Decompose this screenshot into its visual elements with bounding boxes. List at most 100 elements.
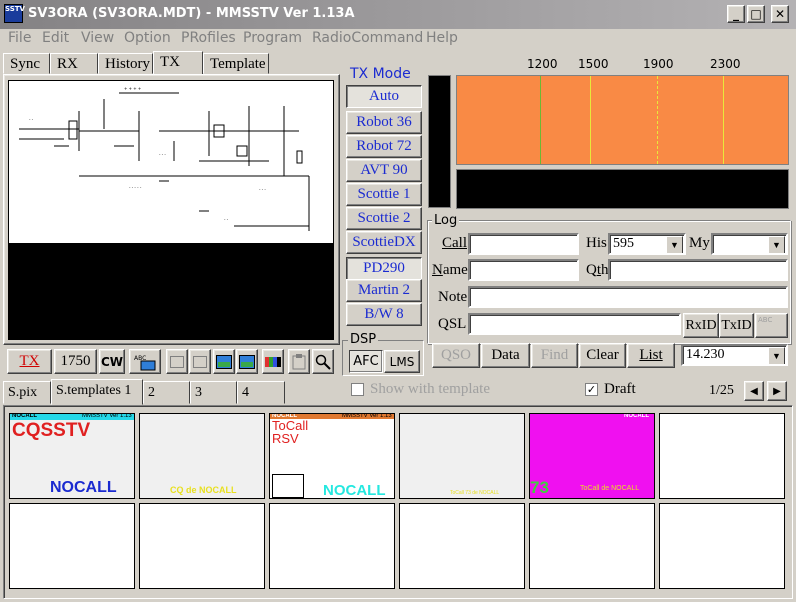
mode-scottie2-button[interactable]: Scottie 2: [346, 207, 422, 230]
template-thumb-11[interactable]: [529, 503, 655, 589]
template-thumb-4[interactable]: ToCall 73 de NOCALL: [399, 413, 525, 499]
frequency-dropdown-arrow-icon[interactable]: ▼: [768, 347, 785, 364]
tab-history[interactable]: History: [98, 53, 153, 74]
tab-tx[interactable]: TX: [153, 51, 203, 75]
tab-stemplates-1[interactable]: S.templates 1: [51, 379, 143, 405]
tone-1750-button[interactable]: 1750: [54, 349, 97, 374]
thumb-73-text: 73: [530, 478, 549, 497]
menu-option[interactable]: Option: [124, 30, 171, 46]
prev-page-button[interactable]: ◀: [744, 381, 764, 401]
freq-label-1500: 1500: [578, 57, 609, 71]
mode-scottiedx-button[interactable]: ScottieDX: [346, 231, 422, 254]
thumb-header-version: MMSSTV Ver 1.13: [82, 413, 132, 419]
show-with-template-checkbox[interactable]: [351, 383, 364, 396]
mode-robot36-button[interactable]: Robot 36: [346, 111, 422, 134]
tab-stemplates-2[interactable]: 2: [143, 381, 190, 404]
mode-pd290-button[interactable]: PD290: [346, 257, 422, 280]
tx-button[interactable]: TX: [7, 349, 52, 374]
tab-template[interactable]: Template: [203, 53, 269, 74]
mode-robot72-button[interactable]: Robot 72: [346, 135, 422, 158]
template-thumb-7[interactable]: [9, 503, 135, 589]
txid-button[interactable]: TxID: [719, 313, 754, 338]
blank-slot-1-button[interactable]: [166, 349, 188, 374]
template-thumb-6[interactable]: [659, 413, 785, 499]
spectrum-display[interactable]: [456, 75, 789, 165]
clear-button[interactable]: Clear: [579, 343, 626, 368]
menu-file[interactable]: File: [8, 30, 31, 46]
data-button[interactable]: Data: [481, 343, 530, 368]
abc-disabled-icon[interactable]: ABC: [755, 313, 788, 338]
template-thumb-8[interactable]: [139, 503, 265, 589]
thumb-rsv-text: RSV: [272, 431, 299, 446]
template-thumb-1[interactable]: NOCALL MMSSTV Ver 1.13 CQSSTV NOCALL: [9, 413, 135, 499]
tab-sync[interactable]: Sync: [3, 53, 50, 74]
maximize-button[interactable]: □: [747, 5, 765, 23]
menu-view[interactable]: View: [81, 30, 114, 46]
cw-button[interactable]: CW: [99, 349, 125, 374]
menu-program[interactable]: Program: [243, 30, 302, 46]
rxid-button[interactable]: RxID: [683, 313, 719, 338]
template-thumb-12[interactable]: [659, 503, 785, 589]
tab-stemplates-4[interactable]: 4: [237, 381, 285, 404]
show-with-template-label: Show with template: [370, 381, 490, 397]
qsl-label: QSL: [438, 316, 467, 332]
svg-text:+ + + +: + + + +: [124, 86, 141, 91]
menu-help[interactable]: Help: [426, 30, 458, 46]
afc-toggle[interactable]: AFC: [349, 350, 383, 373]
template-thumb-9[interactable]: [269, 503, 395, 589]
name-input[interactable]: [468, 259, 579, 281]
lms-toggle[interactable]: LMS: [384, 350, 420, 373]
my-rst-select[interactable]: ▼: [711, 233, 788, 255]
thumb-cqsstv-text: CQSSTV: [12, 420, 91, 441]
picture-2-button[interactable]: [236, 349, 258, 374]
mode-bw8-button[interactable]: B/W 8: [346, 303, 422, 326]
tab-stemplates-3[interactable]: 3: [190, 381, 237, 404]
thumb-tocall-73-text: ToCall 73 de NOCALL: [450, 490, 500, 496]
template-thumb-5[interactable]: NOCALL 73 ToCall de NOCALL: [529, 413, 655, 499]
tx-image[interactable]: + + + + - - - - - - - - - - - - - - -: [8, 80, 334, 340]
template-thumb-3[interactable]: NOCALL MMSSTV Ver 1.13 ToCall RSV NOCALL: [269, 413, 395, 499]
find-button[interactable]: Find: [531, 343, 578, 368]
my-dropdown-arrow-icon[interactable]: ▼: [768, 236, 785, 253]
mode-martin2-button[interactable]: Martin 2: [346, 279, 422, 302]
next-page-button[interactable]: ▶: [767, 381, 787, 401]
menu-edit[interactable]: Edit: [42, 30, 69, 46]
svg-text:- - -: - - -: [159, 152, 166, 157]
blank-slot-2-button[interactable]: [189, 349, 211, 374]
picture-1-button[interactable]: [213, 349, 235, 374]
qsl-input[interactable]: [468, 313, 681, 335]
mode-avt90-button[interactable]: AVT 90: [346, 159, 422, 182]
note-input[interactable]: [468, 286, 788, 308]
note-label: Note: [438, 289, 468, 305]
call-input[interactable]: [468, 233, 579, 255]
his-dropdown-arrow-icon[interactable]: ▼: [666, 236, 683, 253]
thumb-photo-frame: [272, 474, 304, 498]
frequency-select[interactable]: 14.230 ▼: [681, 344, 788, 366]
tab-rx[interactable]: RX: [50, 53, 98, 74]
text-overlay-button[interactable]: ABC: [129, 349, 161, 374]
his-rst-select[interactable]: 595 ▼: [608, 233, 686, 255]
svg-text:- - -: - - -: [259, 187, 266, 192]
color-bars-button[interactable]: [262, 349, 284, 374]
template-thumb-10[interactable]: [399, 503, 525, 589]
zoom-button[interactable]: [312, 349, 334, 374]
clipboard-button[interactable]: [288, 349, 310, 374]
minimize-button[interactable]: _: [727, 5, 745, 23]
template-thumb-2[interactable]: CQ de NOCALL: [139, 413, 265, 499]
tab-spix[interactable]: S.pix: [3, 381, 51, 404]
close-button[interactable]: ✕: [771, 5, 789, 23]
qso-button[interactable]: QSO: [432, 343, 480, 368]
frame-icon: [170, 355, 184, 368]
menu-radiocommand[interactable]: RadioCommand: [312, 30, 423, 46]
triangle-left-icon: ◀: [750, 385, 758, 397]
black-marker: [590, 76, 591, 164]
waterfall-display[interactable]: [456, 169, 789, 209]
name-label: Name: [432, 262, 468, 278]
draft-checkbox[interactable]: ✓: [585, 383, 598, 396]
mode-scottie1-button[interactable]: Scottie 1: [346, 183, 422, 206]
qth-input[interactable]: [608, 259, 788, 281]
list-button[interactable]: List: [627, 343, 675, 368]
menu-profiles[interactable]: PRofiles: [181, 30, 236, 46]
mode-auto-button[interactable]: Auto: [346, 85, 422, 108]
my-label: My: [689, 235, 710, 251]
